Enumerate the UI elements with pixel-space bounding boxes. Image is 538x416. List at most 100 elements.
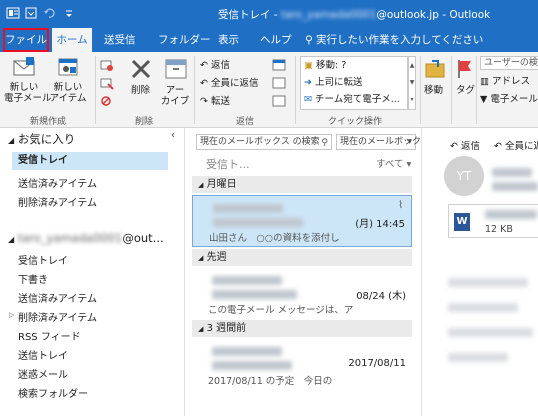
tab-home[interactable]: ホーム [52,28,92,52]
message-date: (月) 14:45 [355,219,405,230]
reply-button[interactable]: ↶ 返信 [200,60,230,71]
favorites-header[interactable]: ◢ お気に入り [8,131,75,147]
new-email-label: 新しい 電子メール [4,82,52,104]
archive-icon [165,59,187,79]
folder-junk[interactable]: 迷惑メール [18,366,68,381]
ribbon-separator [194,56,195,124]
tab-send-receive[interactable]: 送受信 [104,28,136,52]
folder-drafts[interactable]: 下書き [18,271,48,286]
outlook-logo-icon [6,7,20,19]
more-respond-icon[interactable] [272,94,286,108]
fav-folder-sent[interactable]: 送信済みアイテム [18,175,97,190]
blurred-sender [212,276,282,285]
reply-all-icon: ↶ [200,78,208,89]
list-item[interactable]: 2017/08/11 2017/08/11 の予定 今日の [192,339,412,391]
ignore-icon[interactable] [100,58,114,72]
ribbon-separator [420,56,421,124]
tab-view[interactable]: 表示 [218,28,239,52]
move-folder-icon [425,60,445,78]
reading-pane: ↶ 返信 ↶ 全員に返 YT W 12 KB [421,128,538,416]
fav-folder-deleted[interactable]: 削除済みアイテム [18,194,97,209]
junk-icon[interactable] [100,94,114,108]
reply-icon: ↶ [450,141,458,152]
collapse-triangle-icon: ◢ [198,254,204,262]
quick-step-move[interactable]: ▣ 移動: ? [304,60,346,71]
quick-step-team-email[interactable]: ✉ チーム宛て電子メ... [304,94,400,105]
new-items-label: 新しい アイテム [49,82,87,104]
title-bar: 受信トレイ - taro_yamada0001@outlook.jp - Out… [0,0,538,28]
search-scope-dropdown[interactable]: 現在のメールボックス ▾ [336,134,430,150]
move-label: 移動 [424,85,444,96]
group-header[interactable]: ◢ 3 週間前 [192,320,412,337]
group-label-quick-steps: クイック操作 [328,117,383,127]
filter-email-button[interactable]: ▼ 電子メール [480,94,538,105]
blurred-account: taro_yamada0001 [17,231,123,245]
list-item[interactable]: ⌇ (月) 14:45 山田さん ○○の資料を添付し [192,195,412,247]
flag-icon [458,60,471,78]
expand-arrow-icon[interactable]: ▷ [9,311,14,319]
reading-reply-all-button[interactable]: ↶ 全員に返 [494,138,538,152]
folder-outbox[interactable]: 送信トレイ [18,347,68,362]
word-document-icon: W [454,213,470,231]
blurred-sender-name [492,168,532,177]
blurred-subject [212,361,292,370]
mailbox-search-input[interactable]: 現在のメールボックス の検索 ⚲ [196,134,332,150]
tab-help[interactable]: ヘルプ [260,28,292,52]
account-header[interactable]: ◢ taro_yamada0001@out... [8,231,164,245]
tab-file[interactable]: ファイル [3,28,49,52]
message-preview: 山田さん ○○の資料を添付し [209,233,340,244]
attachment-card[interactable]: W 12 KB [448,204,538,238]
folder-move-icon: ▣ [304,60,313,71]
group-header[interactable]: ◢ 先週 [192,249,412,266]
im-reply-icon[interactable] [272,76,286,90]
forward-button[interactable]: ↷ 転送 [200,96,230,107]
ribbon-separator [295,56,296,124]
message-preview: 2017/08/11 の予定 今日の [208,376,333,387]
search-people-input[interactable]: ユーザーの検 [480,56,538,70]
quick-steps-scroll[interactable]: ▲ ▼ ▾ [408,56,416,110]
collapse-triangle-icon: ◢ [198,181,204,189]
new-items-icon [58,58,78,76]
reply-all-button[interactable]: ↶ 全員に返信 [200,78,259,89]
address-book-button[interactable]: ▥ アドレス [480,76,530,87]
undo-icon[interactable] [42,6,56,20]
collapse-pane-icon[interactable]: ‹ [171,130,175,141]
meeting-icon[interactable] [272,58,286,72]
avatar: YT [444,156,484,196]
quick-step-forward-boss[interactable]: ➜ 上司に転送 [304,77,363,88]
blurred-body-line [448,278,528,287]
folder-sent[interactable]: 送信済みアイテム [18,290,97,305]
folder-search[interactable]: 検索フォルダー [18,385,88,400]
chevron-down-icon: ▾ [407,137,412,147]
fav-folder-inbox[interactable]: 受信トレイ [12,152,168,170]
group-header[interactable]: ◢ 月曜日 [192,176,412,193]
message-date: 08/24 (木) [356,291,406,302]
send-receive-all-icon[interactable] [24,6,38,20]
group-label-delete: 削除 [135,117,154,127]
address-book-icon: ▥ [480,76,489,87]
reply-icon: ↶ [200,60,208,71]
forward-boss-icon: ➜ [304,77,312,88]
blurred-email: taro_yamada0001 [280,9,377,21]
folder-deleted[interactable]: 削除済みアイテム [18,309,97,324]
attachment-size: 12 KB [485,224,513,235]
message-list-pane: 現在のメールボックス の検索 ⚲ 現在のメールボックス ▾ 受信ト... すべて… [186,128,430,416]
blurred-recipient [492,182,538,191]
customize-quick-access-icon[interactable] [62,6,76,20]
cleanup-icon[interactable] [100,76,114,90]
search-icon[interactable]: ⚲ [321,136,328,150]
ribbon-separator [476,56,477,124]
lightbulb-icon: ⚲ [305,34,313,46]
list-item[interactable]: 08/24 (木) この電子メール メッセージは、ア [192,268,412,320]
tab-folder[interactable]: フォルダー [158,28,211,52]
tell-me-box[interactable]: ⚲ 実行したい作業を入力してください [305,28,483,52]
window-title: 受信トレイ - taro_yamada0001@outlook.jp - Out… [218,9,491,21]
folder-inbox[interactable]: 受信トレイ [18,252,68,267]
delete-x-icon [131,59,151,79]
expand-triangle-icon: ◢ [8,136,15,145]
blurred-sender [213,204,283,213]
folder-rss[interactable]: RSS フィード [18,328,81,343]
blurred-sender [212,347,282,356]
reading-reply-button[interactable]: ↶ 返信 [450,138,480,152]
filter-all-dropdown[interactable]: すべて ▾ [376,156,411,170]
